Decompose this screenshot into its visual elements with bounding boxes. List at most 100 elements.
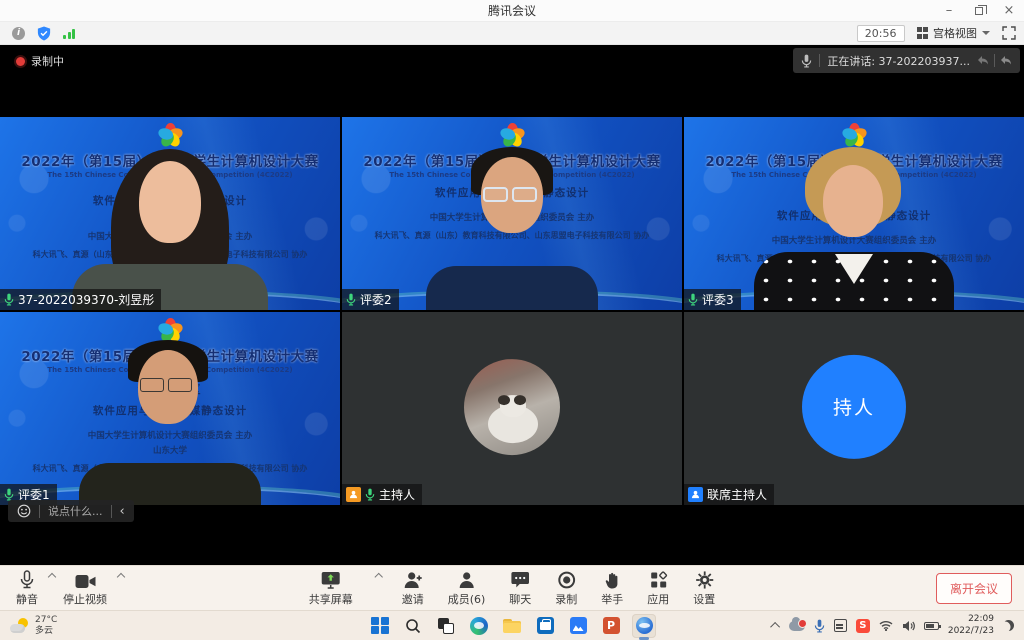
meeting-info-icon[interactable]: i <box>12 27 25 40</box>
mute-label: 静音 <box>16 591 38 607</box>
task-view-button[interactable] <box>434 614 458 638</box>
divider <box>994 54 995 67</box>
blue-app-button[interactable] <box>566 614 590 638</box>
sogou-input-tray-icon[interactable]: S <box>856 619 870 633</box>
participant-video-person <box>65 340 275 505</box>
mic-on-icon <box>688 293 698 306</box>
taskbar-clock[interactable]: 22:09 2022/7/23 <box>948 614 994 637</box>
control-bar-left: 静音 停止视频 <box>12 570 124 607</box>
fullscreen-icon[interactable] <box>1002 26 1016 40</box>
close-button[interactable]: × <box>994 0 1024 21</box>
window-title: 腾讯会议 <box>0 2 1024 19</box>
video-tile-host[interactable]: 主持人 <box>342 312 682 505</box>
microphone-tray-icon[interactable] <box>814 619 825 633</box>
mic-on-icon <box>4 293 14 306</box>
clock-date: 2022/7/23 <box>948 626 994 637</box>
emoji-icon[interactable] <box>17 504 31 518</box>
mute-button[interactable]: 静音 <box>12 570 42 607</box>
record-label: 录制 <box>555 591 577 607</box>
edge-icon <box>470 617 488 635</box>
window-controls: – × <box>934 0 1024 21</box>
stop-video-button[interactable]: 停止视频 <box>59 570 111 607</box>
video-tile-judge1[interactable]: 2022年（第15届）中国大学生计算机设计大赛 The 15th Chinese… <box>0 312 340 505</box>
search-button[interactable] <box>401 614 425 638</box>
cohost-badge-icon <box>688 487 703 502</box>
chat-input-placeholder[interactable]: 说点什么... <box>48 503 103 519</box>
chat-quick-bar[interactable]: 说点什么... ‹ <box>8 500 134 522</box>
restore-button[interactable] <box>964 0 994 21</box>
blue-app-icon <box>570 617 587 634</box>
video-tile-judge2[interactable]: 2022年（第15届）中国大学生计算机设计大赛 The 15th Chinese… <box>342 117 682 310</box>
participant-name: 联席主持人 <box>707 486 767 503</box>
raise-hand-label: 举手 <box>601 591 623 607</box>
recording-label: 录制中 <box>31 53 64 69</box>
members-label: 成员(6) <box>448 591 486 607</box>
settings-button[interactable]: 设置 <box>689 570 719 607</box>
security-shield-icon[interactable] <box>37 26 51 41</box>
camera-icon <box>75 574 96 589</box>
volume-tray-icon[interactable] <box>902 620 915 632</box>
tencent-meeting-app-button[interactable] <box>632 614 656 638</box>
reply-arrow-icon[interactable] <box>1000 55 1012 66</box>
record-button[interactable]: 录制 <box>551 570 581 607</box>
participant-name-chip: 主持人 <box>342 484 422 505</box>
microphone-icon <box>801 54 812 68</box>
wifi-tray-icon[interactable] <box>879 620 893 631</box>
weather-temp: 27°C <box>35 615 57 625</box>
search-icon <box>405 618 421 634</box>
video-tile-liuyutong[interactable]: 2022年（第15届）中国大学生计算机设计大赛 The 15th Chinese… <box>0 117 340 310</box>
file-explorer-button[interactable] <box>500 614 524 638</box>
video-tile-cohost[interactable]: 持人 联席主持人 <box>684 312 1024 505</box>
network-signal-icon[interactable] <box>63 28 75 39</box>
share-options-chevron[interactable] <box>374 572 382 580</box>
focus-assist-moon-icon[interactable] <box>1003 620 1014 631</box>
view-mode-selector[interactable]: 宫格视图 <box>917 25 991 41</box>
battery-tray-icon[interactable] <box>924 622 939 630</box>
input-method-tray-icon[interactable] <box>834 619 847 632</box>
taskbar-app-icons: P <box>368 614 656 638</box>
start-button[interactable] <box>368 614 392 638</box>
clock-time: 22:09 <box>948 614 994 625</box>
microsoft-store-button[interactable] <box>533 614 557 638</box>
participant-name: 评委2 <box>360 291 392 308</box>
participant-name: 主持人 <box>379 486 415 503</box>
undo-arrow-icon[interactable] <box>977 55 989 66</box>
meeting-duration: 20:56 <box>857 25 905 42</box>
collapse-chevron-icon[interactable]: ‹ <box>120 505 125 518</box>
chat-button[interactable]: 聊天 <box>505 570 535 607</box>
apps-label: 应用 <box>647 591 669 607</box>
invite-label: 邀请 <box>402 591 424 607</box>
powerpoint-button[interactable]: P <box>599 614 623 638</box>
members-button[interactable]: 成员(6) <box>444 570 490 607</box>
invite-button[interactable]: 邀请 <box>398 570 428 607</box>
record-icon <box>557 571 575 589</box>
grid-view-icon <box>917 27 929 39</box>
raise-hand-button[interactable]: 举手 <box>597 570 627 607</box>
taskbar-weather-widget[interactable]: 27°C 多云 <box>10 615 57 636</box>
hidden-icons-chevron[interactable] <box>770 622 780 632</box>
mic-options-chevron[interactable] <box>48 572 56 580</box>
cohost-avatar: 持人 <box>802 354 906 458</box>
apps-button[interactable]: 应用 <box>643 570 673 607</box>
minimize-button[interactable]: – <box>934 0 964 21</box>
chat-label: 聊天 <box>509 591 531 607</box>
cloud-sync-tray-icon[interactable] <box>789 621 805 631</box>
video-tile-judge3[interactable]: 2022年（第15届）中国大学生计算机设计大赛 The 15th Chinese… <box>684 117 1024 310</box>
active-speaker-label: 正在讲话: 37-202203937... <box>827 53 970 69</box>
tencent-meeting-icon <box>636 617 653 634</box>
microphone-icon <box>19 570 35 589</box>
host-avatar <box>464 359 560 455</box>
leave-meeting-button[interactable]: 离开会议 <box>936 573 1012 604</box>
apps-grid-icon <box>649 571 667 589</box>
participant-name-chip: 37-2022039370-刘昱彤 <box>0 289 161 310</box>
meeting-toolbar: i 20:56 宫格视图 <box>0 22 1024 45</box>
edge-browser-button[interactable] <box>467 614 491 638</box>
windows-taskbar: 27°C 多云 P S <box>0 610 1024 640</box>
powerpoint-icon: P <box>603 617 620 634</box>
divider <box>39 505 40 518</box>
share-screen-button[interactable]: 共享屏幕 <box>305 570 357 607</box>
mic-on-icon <box>346 293 356 306</box>
video-options-chevron[interactable] <box>117 572 125 580</box>
invite-person-icon <box>403 571 422 589</box>
divider <box>111 505 112 518</box>
